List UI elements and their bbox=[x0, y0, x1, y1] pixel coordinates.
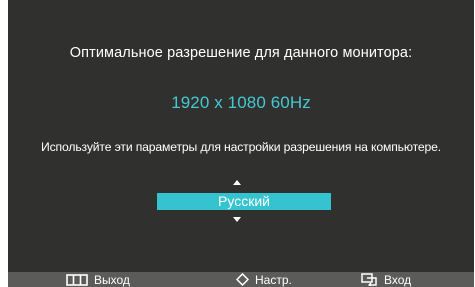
language-option-selected[interactable]: Русский bbox=[157, 193, 331, 210]
adjust-label: Настр. bbox=[255, 272, 292, 287]
enter-label: Вход bbox=[384, 272, 412, 287]
arrow-down-icon[interactable] bbox=[233, 217, 241, 222]
hint-text: Используйте эти параметры для настройки … bbox=[41, 140, 441, 154]
adjust-button[interactable]: Настр. bbox=[236, 272, 292, 287]
exit-label: Выход bbox=[94, 272, 130, 287]
arrow-up-icon[interactable] bbox=[233, 180, 241, 185]
menu-icon bbox=[66, 273, 88, 286]
up-down-icon bbox=[236, 273, 249, 286]
bottom-bar: Выход Настр. Вход bbox=[8, 272, 474, 287]
enter-button[interactable]: Вход bbox=[361, 272, 411, 287]
osd-dialog: Оптимальное разрешение для данного монит… bbox=[8, 0, 474, 287]
optimal-resolution: 1920 x 1080 60Hz bbox=[171, 93, 311, 112]
exit-button[interactable]: Выход bbox=[66, 272, 130, 287]
dialog-title: Оптимальное разрешение для данного монит… bbox=[69, 45, 413, 61]
source-enter-icon bbox=[361, 273, 377, 286]
